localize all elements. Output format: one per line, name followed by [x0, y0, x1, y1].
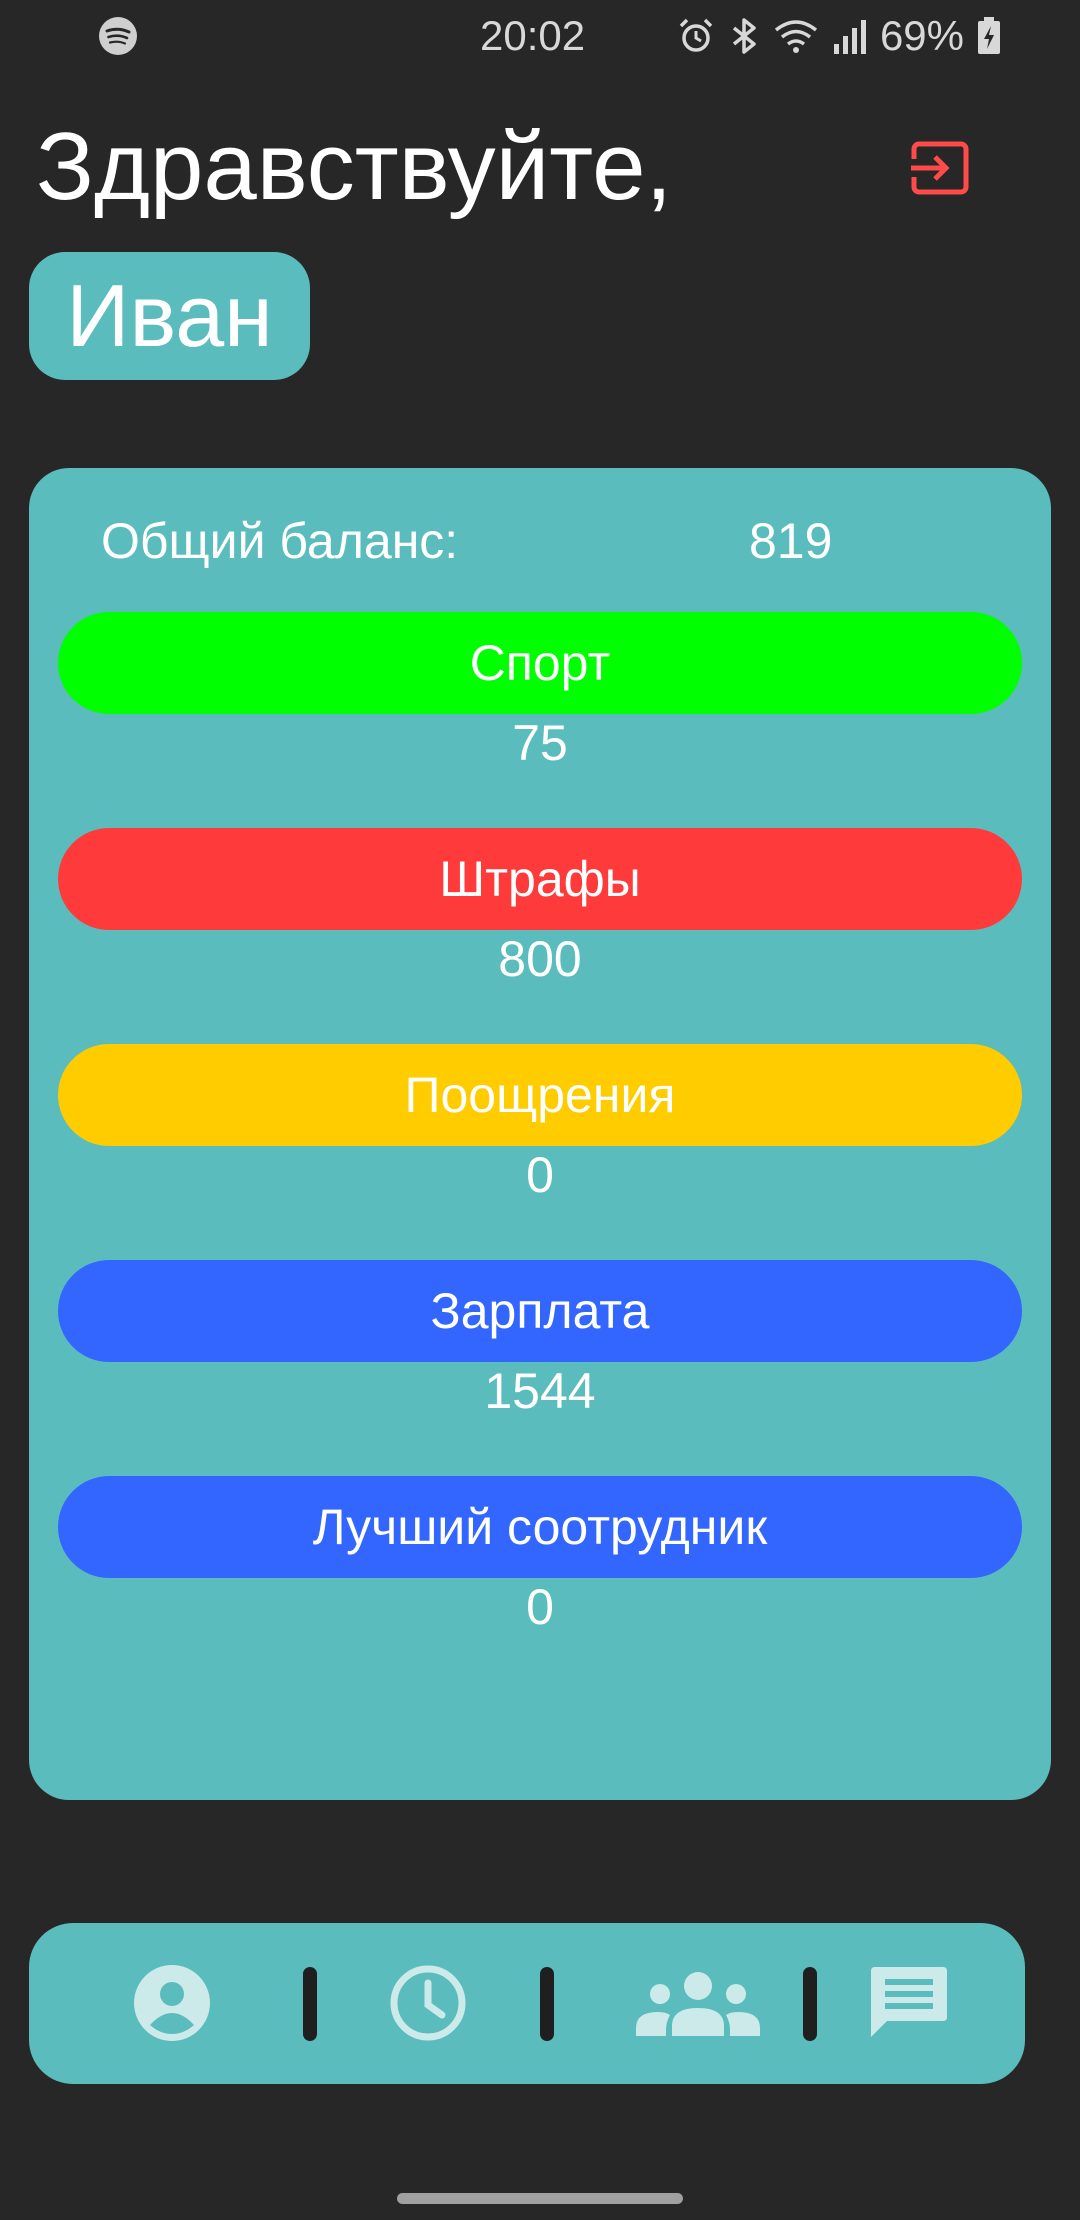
- signal-icon: [832, 16, 868, 56]
- category-label: Поощрения: [404, 1067, 676, 1123]
- nav-divider: [540, 1967, 554, 2041]
- category-salary-value: 1544: [484, 1363, 596, 1419]
- profile-icon: [132, 1963, 212, 2048]
- status-time: 20:02: [480, 12, 586, 59]
- user-name: Иван: [66, 266, 273, 365]
- battery-charging-icon: [976, 16, 1002, 56]
- user-name-badge: Иван: [29, 252, 310, 380]
- category-label: Штрафы: [439, 851, 641, 907]
- category-label: Лучший соотрудник: [312, 1499, 768, 1555]
- nav-profile[interactable]: [127, 1963, 217, 2047]
- battery-percent: 69%: [879, 12, 964, 59]
- chat-icon: [869, 1965, 949, 2046]
- wifi-icon: [772, 16, 820, 56]
- category-salary-button[interactable]: Зарплата: [58, 1260, 1022, 1362]
- category-bonuses-value: 0: [526, 1147, 554, 1203]
- total-balance-value: 819: [749, 513, 833, 569]
- nav-team[interactable]: [633, 1963, 763, 2047]
- alarm-icon: [676, 16, 716, 56]
- logout-button[interactable]: [900, 130, 980, 210]
- spotify-icon: [98, 16, 138, 56]
- category-fines-button[interactable]: Штрафы: [58, 828, 1022, 930]
- category-label: Зарплата: [430, 1283, 650, 1339]
- category-sport-value: 75: [512, 715, 568, 771]
- status-bar: 20:02 69%: [0, 0, 1080, 72]
- logout-icon: [911, 141, 969, 200]
- bluetooth-icon: [728, 16, 760, 56]
- greeting-title: Здравствуйте,: [36, 113, 673, 220]
- category-label: Спорт: [469, 635, 611, 691]
- total-balance-label: Общий баланс:: [101, 513, 459, 569]
- category-best-employee-button[interactable]: Лучший соотрудник: [58, 1476, 1022, 1578]
- clock-icon: [388, 1963, 468, 2048]
- bottom-nav: [29, 1923, 1025, 2084]
- nav-divider: [303, 1967, 317, 2041]
- category-best-employee-value: 0: [526, 1579, 554, 1635]
- category-sport-button[interactable]: Спорт: [58, 612, 1022, 714]
- balance-card: Общий баланс: 819 Спорт 75 Штрафы 800 По…: [29, 468, 1051, 1800]
- nav-history[interactable]: [383, 1963, 473, 2047]
- gesture-bar[interactable]: [397, 2193, 683, 2204]
- nav-messages[interactable]: [864, 1963, 954, 2047]
- group-icon: [636, 1970, 760, 2041]
- nav-divider: [803, 1967, 817, 2041]
- category-bonuses-button[interactable]: Поощрения: [58, 1044, 1022, 1146]
- category-fines-value: 800: [498, 931, 582, 987]
- status-icons: 69%: [676, 12, 1002, 60]
